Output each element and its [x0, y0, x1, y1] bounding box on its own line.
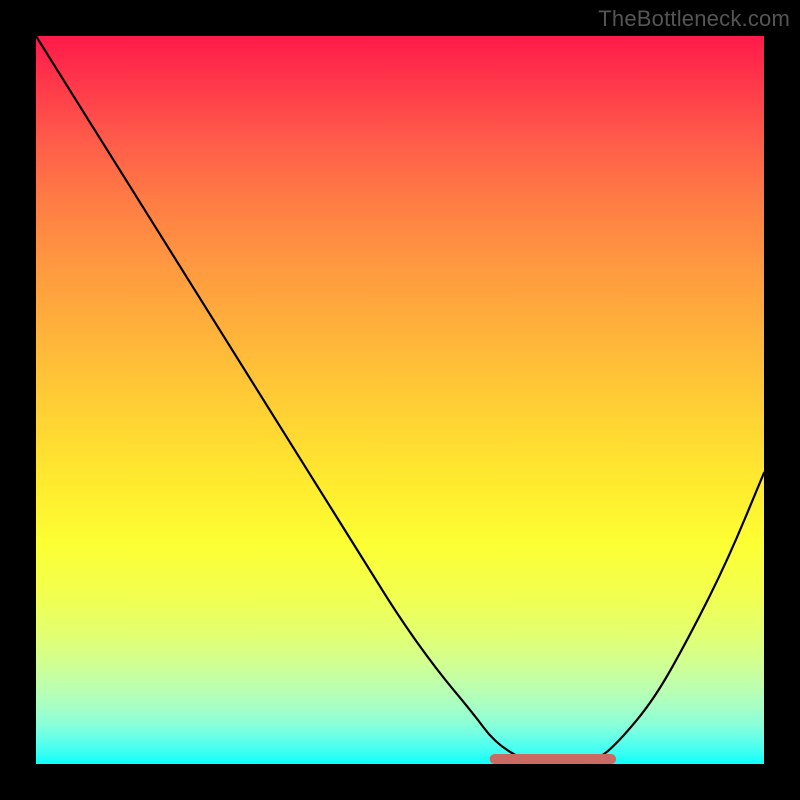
plot-area	[36, 36, 764, 764]
chart-frame: TheBottleneck.com	[0, 0, 800, 800]
bottleneck-curve	[36, 36, 764, 764]
chart-svg	[36, 36, 764, 764]
watermark-text: TheBottleneck.com	[598, 6, 790, 32]
